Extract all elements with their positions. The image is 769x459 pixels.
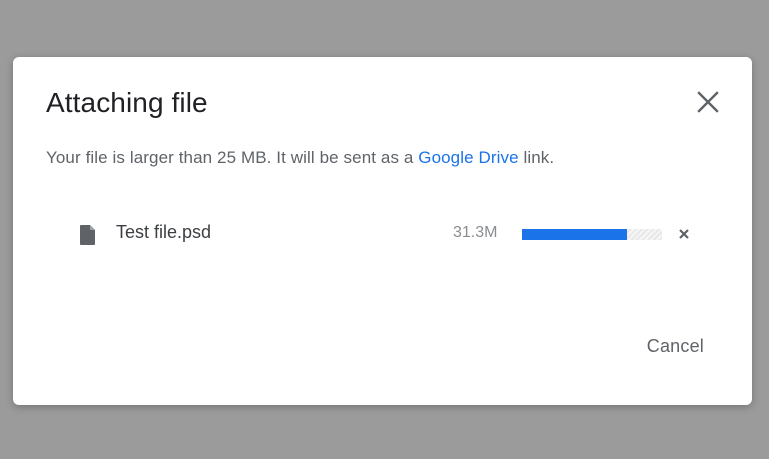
attaching-file-dialog: Attaching file Your file is larger than … (13, 57, 752, 405)
close-button[interactable] (696, 90, 720, 114)
close-icon (697, 91, 719, 113)
attachment-row: Test file.psd 31.3M (79, 221, 697, 247)
google-drive-link[interactable]: Google Drive (418, 148, 518, 167)
file-name: Test file.psd (116, 222, 212, 242)
upload-progress-bar (522, 229, 662, 240)
dialog-message: Your file is larger than 25 MB. It will … (46, 148, 554, 168)
cancel-button[interactable]: Cancel (639, 330, 712, 363)
remove-attachment-button[interactable] (677, 227, 691, 241)
message-suffix: link. (518, 148, 555, 167)
file-size: 31.3M (453, 224, 498, 241)
file-icon (79, 224, 97, 246)
remove-icon (679, 229, 689, 239)
message-prefix: Your file is larger than 25 MB. It will … (46, 148, 419, 167)
upload-progress-fill (522, 229, 627, 240)
dialog-title: Attaching file (46, 87, 208, 118)
